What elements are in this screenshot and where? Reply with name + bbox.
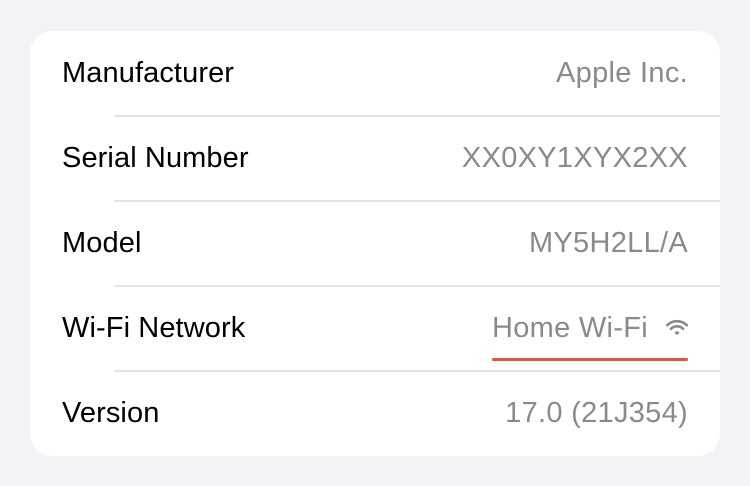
about-info-card: Manufacturer Apple Inc. Serial Number XX… [30, 31, 720, 456]
model-label: Model [62, 227, 142, 259]
version-label: Version [62, 397, 160, 429]
info-row-wifi-network[interactable]: Wi-Fi Network Home Wi-Fi [30, 286, 720, 371]
wifi-icon [665, 319, 689, 337]
info-row-model: Model MY5H2LL/A [30, 201, 720, 286]
serial-number-value[interactable]: XX0XY1XYX2XX [462, 142, 688, 175]
wifi-network-value: Home Wi-Fi [491, 312, 648, 344]
wifi-network-value-group[interactable]: Home Wi-Fi [491, 312, 689, 361]
manufacturer-value[interactable]: Apple Inc. [556, 57, 688, 90]
info-row-serial-number: Serial Number XX0XY1XYX2XX [30, 116, 720, 201]
info-row-manufacturer: Manufacturer Apple Inc. [30, 31, 720, 116]
highlight-underline [491, 358, 688, 361]
version-value[interactable]: 17.0 (21J354) [505, 397, 688, 430]
serial-number-label: Serial Number [62, 142, 249, 174]
wifi-network-label: Wi-Fi Network [62, 312, 246, 344]
model-value[interactable]: MY5H2LL/A [529, 227, 688, 260]
info-row-version: Version 17.0 (21J354) [30, 371, 720, 456]
manufacturer-label: Manufacturer [62, 57, 235, 89]
